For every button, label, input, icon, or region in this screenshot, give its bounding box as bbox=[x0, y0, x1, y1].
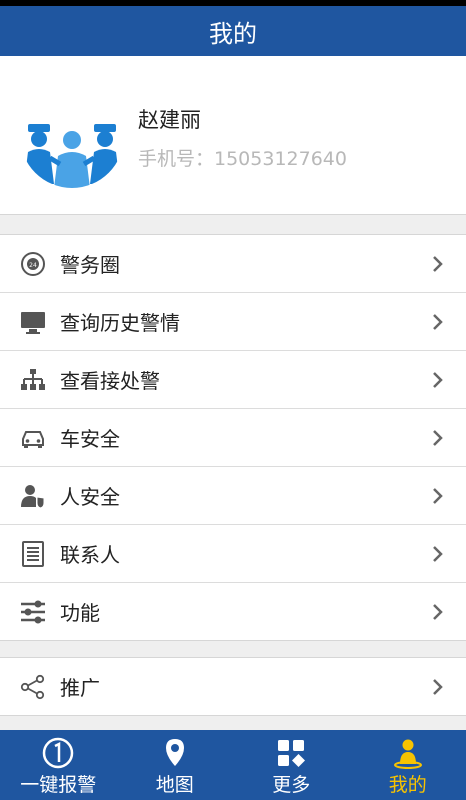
police-avatar-icon bbox=[20, 84, 124, 188]
user-phone: 手机号：15053127640 bbox=[138, 148, 347, 170]
menu-group-main: 24 警务圈 查询历史警情 查看接处警 车安全 人安全 联系人 功能 bbox=[0, 234, 466, 641]
one-key-alarm-icon bbox=[43, 737, 74, 769]
menu-item-label: 人安全 bbox=[60, 485, 120, 509]
car-icon bbox=[22, 431, 44, 448]
menu-item-car-safety[interactable]: 车安全 bbox=[0, 409, 466, 467]
menu-item-contacts[interactable]: 联系人 bbox=[0, 525, 466, 583]
menu-item-label: 功能 bbox=[60, 601, 100, 625]
monitor-icon bbox=[21, 312, 45, 334]
svg-text:24: 24 bbox=[29, 262, 37, 269]
menu-item-label: 推广 bbox=[60, 676, 100, 700]
chevron-right-icon bbox=[433, 372, 443, 388]
chevron-right-icon bbox=[433, 679, 443, 695]
menu-item-dispatch[interactable]: 查看接处警 bbox=[0, 351, 466, 409]
contacts-icon bbox=[22, 541, 44, 567]
police-circle-icon: 24 bbox=[21, 252, 45, 276]
title-bar: 我的 bbox=[0, 6, 466, 56]
tab-mine[interactable]: 我的 bbox=[350, 730, 466, 800]
more-grid-icon bbox=[278, 740, 306, 767]
bottom-tab-bar: 一键报警 地图 更多 我的 bbox=[0, 730, 466, 800]
menu-item-label: 警务圈 bbox=[60, 253, 120, 277]
org-chart-icon bbox=[21, 369, 45, 390]
share-icon bbox=[20, 674, 45, 700]
menu-group-promote: 推广 bbox=[0, 657, 466, 716]
menu-item-promote[interactable]: 推广 bbox=[0, 658, 466, 715]
menu-item-label: 车安全 bbox=[60, 427, 120, 451]
tab-label: 更多 bbox=[272, 774, 311, 796]
tab-more[interactable]: 更多 bbox=[233, 730, 350, 800]
user-name: 赵建丽 bbox=[138, 108, 201, 132]
sliders-icon bbox=[21, 600, 45, 624]
chevron-right-icon bbox=[433, 314, 443, 330]
menu-item-label: 联系人 bbox=[60, 543, 120, 567]
menu-item-history-alerts[interactable]: 查询历史警情 bbox=[0, 293, 466, 351]
chevron-right-icon bbox=[433, 430, 443, 446]
user-icon bbox=[393, 739, 422, 769]
avatar[interactable] bbox=[20, 84, 124, 188]
page-title: 我的 bbox=[209, 19, 257, 48]
profile-card[interactable]: 赵建丽 手机号：15053127640 bbox=[0, 56, 466, 215]
chevron-right-icon bbox=[433, 546, 443, 562]
tab-map[interactable]: 地图 bbox=[117, 730, 234, 800]
chevron-right-icon bbox=[433, 256, 443, 272]
menu-item-label: 查询历史警情 bbox=[60, 311, 180, 335]
map-pin-icon bbox=[165, 739, 184, 766]
tab-label: 我的 bbox=[388, 774, 427, 796]
menu-item-functions[interactable]: 功能 bbox=[0, 583, 466, 640]
menu-item-person-safety[interactable]: 人安全 bbox=[0, 467, 466, 525]
menu-item-police-circle[interactable]: 24 警务圈 bbox=[0, 235, 466, 293]
chevron-right-icon bbox=[433, 604, 443, 620]
tab-label: 地图 bbox=[155, 774, 194, 796]
tab-label: 一键报警 bbox=[20, 774, 97, 796]
person-shield-icon bbox=[21, 485, 45, 509]
chevron-right-icon bbox=[433, 488, 443, 504]
menu-item-label: 查看接处警 bbox=[60, 369, 160, 393]
tab-one-key-alarm[interactable]: 一键报警 bbox=[0, 730, 117, 800]
